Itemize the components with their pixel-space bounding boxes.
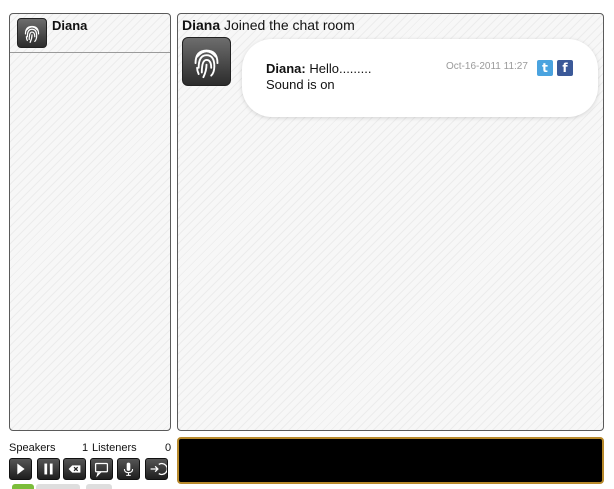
play-button[interactable] <box>9 458 32 480</box>
speakers-label: Speakers <box>9 442 56 454</box>
chat-panel: Diana Joined the chat room Diana: Hello.… <box>177 13 604 431</box>
status-indicator <box>12 484 34 489</box>
message-text: Diana: Hello......... Sound is on <box>266 61 371 93</box>
pause-button[interactable] <box>37 458 60 480</box>
clear-button[interactable] <box>63 458 86 480</box>
message-timestamp: Oct-16-2011 11:27 <box>446 61 528 72</box>
pause-icon <box>44 463 53 475</box>
bottom-tab <box>36 484 80 489</box>
fingerprint-icon <box>182 37 231 86</box>
fingerprint-icon <box>17 18 47 48</box>
logout-button[interactable] <box>145 458 168 480</box>
users-panel: Diana <box>9 13 171 431</box>
user-list-item[interactable]: Diana <box>10 14 170 53</box>
facebook-icon[interactable]: f <box>557 60 573 76</box>
play-icon <box>17 463 25 475</box>
join-notice: Diana Joined the chat room <box>182 17 355 33</box>
microphone-icon <box>123 462 134 476</box>
message-body: Hello......... <box>305 61 372 76</box>
listeners-label: Listeners <box>92 442 137 454</box>
message-input[interactable] <box>177 437 604 484</box>
bottom-tab <box>86 484 112 489</box>
join-text: Joined the chat room <box>220 17 355 33</box>
listeners-count: 0 <box>165 442 172 454</box>
logout-icon <box>150 462 167 476</box>
user-name: Diana <box>52 18 88 33</box>
chat-button[interactable] <box>90 458 113 480</box>
speakers-count: 1 <box>82 442 89 454</box>
join-user: Diana <box>182 17 221 33</box>
clear-icon <box>68 465 81 473</box>
microphone-button[interactable] <box>117 458 140 480</box>
chat-bubble-icon <box>94 462 109 478</box>
twitter-icon[interactable]: t <box>537 60 553 76</box>
chat-message: Diana: Hello......... Sound is on Oct-16… <box>242 39 598 117</box>
message-line2: Sound is on <box>266 77 335 92</box>
message-author: Diana: <box>266 61 306 76</box>
